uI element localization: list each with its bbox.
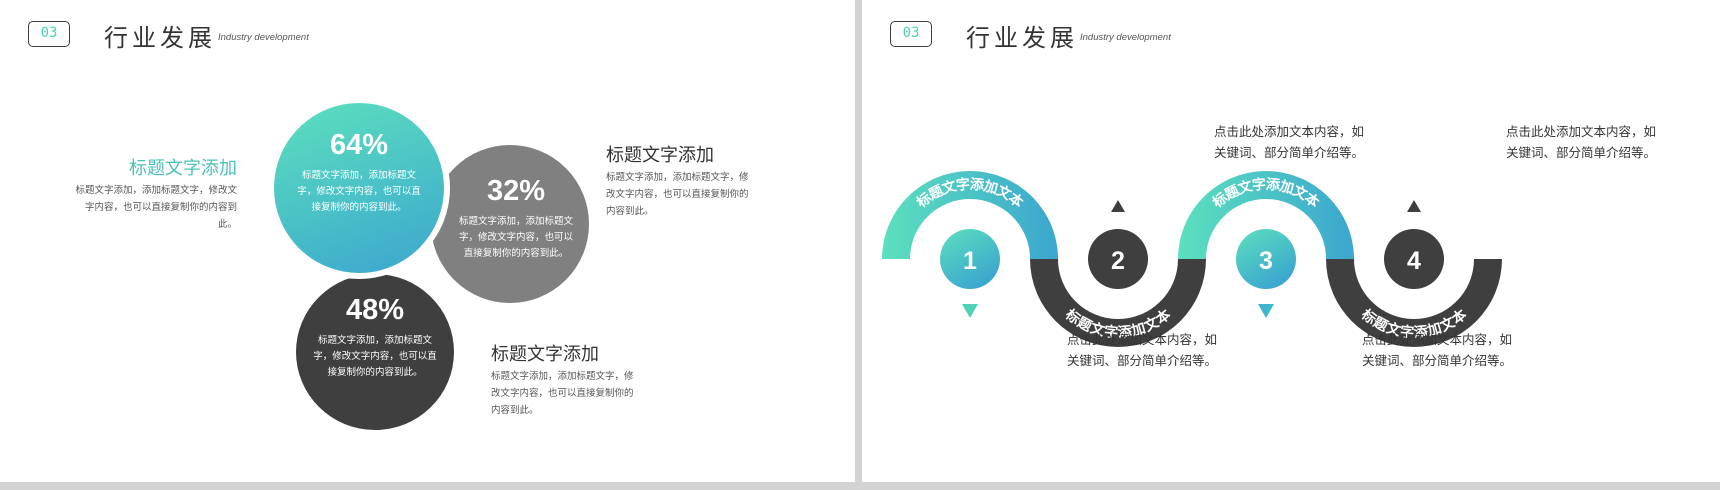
circle-48-percent: 48% 标题文字添加，添加标题文字，修改文字内容，也可以直接复制你的内容到此。 [290, 268, 460, 436]
circle-text: 标题文字添加，添加标题文字，修改文字内容，也可以直接复制你的内容到此。 [459, 216, 574, 259]
slide-2: 03 行业发展 Industry development 标题文字添加文本 标题… [862, 0, 1720, 482]
blurb-title: 标题文字添加 [129, 158, 237, 179]
circle-text: 标题文字添加，添加标题文字，修改文字内容，也可以直接复制你的内容到此。 [313, 335, 437, 378]
step-text-1: 点击此处添加文本内容，如关键词、部分简单介绍等。 [1067, 332, 1218, 368]
circle-64-percent: 64% 标题文字添加，添加标题文字，修改文字内容，也可以直接复制你的内容到此。 [268, 97, 450, 279]
slide-1: 03 行业发展 Industry development 64% 标题文字添加，… [0, 0, 855, 482]
blurb-title: 标题文字添加 [491, 344, 599, 365]
percent-label: 32% [486, 175, 546, 207]
blurb-text: 标题文字添加，添加标题文字，修改文字内容，也可以直接复制你的内容到此。 [606, 172, 749, 217]
step-number-3: 3 [1259, 247, 1273, 275]
triangle-down-icon [1258, 304, 1274, 318]
step-number-4: 4 [1407, 247, 1421, 275]
blurb-right-top: 标题文字添加 标题文字添加，添加标题文字，修改文字内容，也可以直接复制你的内容到… [606, 145, 756, 220]
percent-label: 64% [329, 129, 389, 161]
step-number-2: 2 [1111, 247, 1125, 275]
blurb-text: 标题文字添加，添加标题文字，修改文字内容，也可以直接复制你的内容到此。 [75, 185, 237, 230]
triangle-up-icon [1407, 200, 1421, 212]
step-text-2: 点击此处添加文本内容，如关键词、部分简单介绍等。 [1214, 124, 1365, 160]
circle-32-percent: 32% 标题文字添加，添加标题文字，修改文字内容，也可以直接复制你的内容到此。 [425, 139, 595, 309]
percent-label: 48% [345, 294, 405, 326]
slide-number: 03 [28, 21, 70, 47]
blurb-text: 标题文字添加，添加标题文字，修改文字内容，也可以直接复制你的内容到此。 [491, 371, 634, 416]
step-number-1: 1 [963, 247, 977, 275]
step-text-4: 点击此处添加文本内容，如关键词、部分简单介绍等。 [1506, 124, 1657, 160]
circle-text: 标题文字添加，添加标题文字，修改文字内容，也可以直接复制你的内容到此。 [297, 170, 421, 213]
slide-title: 行业发展 [104, 24, 216, 52]
blurb-title: 标题文字添加 [606, 145, 714, 166]
triangle-down-icon [962, 304, 978, 318]
step-text-3: 点击此处添加文本内容，如关键词、部分简单介绍等。 [1362, 332, 1513, 368]
blurb-left: 标题文字添加 标题文字添加，添加标题文字，修改文字内容，也可以直接复制你的内容到… [67, 158, 237, 233]
slide-subtitle: Industry development [218, 32, 309, 43]
blurb-right-bottom: 标题文字添加 标题文字添加，添加标题文字，修改文字内容，也可以直接复制你的内容到… [491, 344, 641, 419]
timeline-graphic: 标题文字添加文本 标题文字添加文本 标题文字添加文本 标题文字添加文本 1 2 … [882, 171, 1502, 347]
triangle-up-icon [1111, 200, 1125, 212]
